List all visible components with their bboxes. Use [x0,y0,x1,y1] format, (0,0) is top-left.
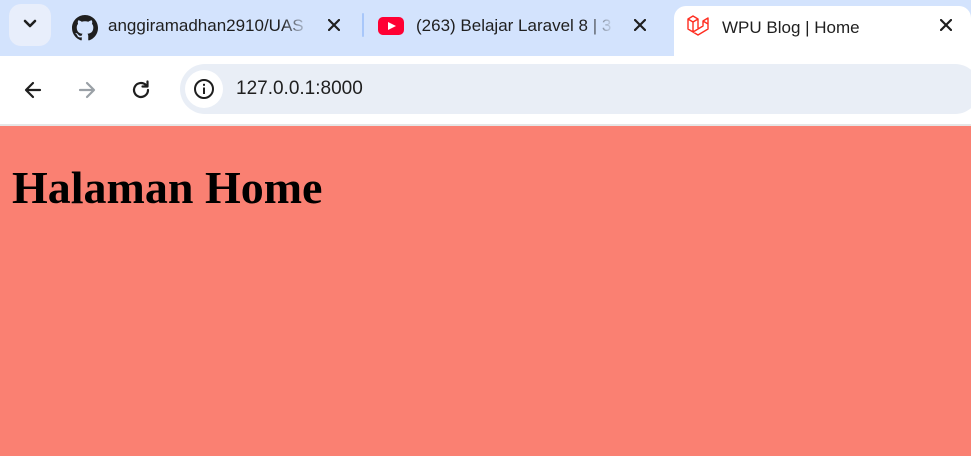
tab-title: WPU Blog | Home [722,18,860,37]
tab-title-fade [282,0,310,56]
laravel-icon [685,14,711,45]
forward-button[interactable] [69,72,105,108]
close-icon[interactable] [320,11,348,39]
tab-title: anggiramadhan2910/UAS [108,16,304,35]
tab-search-button[interactable] [9,4,51,46]
tab-github[interactable]: anggiramadhan2910/UAS [58,0,358,56]
tab-title-fade [586,0,614,56]
tab-separator [362,13,364,37]
chevron-down-icon [23,16,37,34]
page-heading: Halaman Home [12,162,323,213]
tab-youtube[interactable]: (263) Belajar Laravel 8 | 3 [366,0,666,56]
address-bar[interactable]: 127.0.0.1:8000 [180,64,971,114]
close-icon[interactable] [932,11,960,39]
back-button[interactable] [15,72,51,108]
site-info-button[interactable] [185,70,223,108]
page-content: Halaman Home [0,126,971,456]
close-icon[interactable] [626,11,654,39]
youtube-icon [378,17,404,40]
back-arrow-icon [24,81,42,99]
forward-arrow-icon [78,81,96,99]
reload-button[interactable] [123,72,159,108]
tab-title: (263) Belajar Laravel 8 | 3 [416,16,612,35]
browser-toolbar: 127.0.0.1:8000 [0,56,971,124]
tab-active-wpu[interactable]: WPU Blog | Home [674,6,971,56]
tab-strip: anggiramadhan2910/UAS (263) Belajar Lara… [0,0,971,56]
reload-icon [132,80,150,99]
info-icon [194,79,214,99]
url-text[interactable]: 127.0.0.1:8000 [236,78,363,100]
github-icon [72,15,98,46]
